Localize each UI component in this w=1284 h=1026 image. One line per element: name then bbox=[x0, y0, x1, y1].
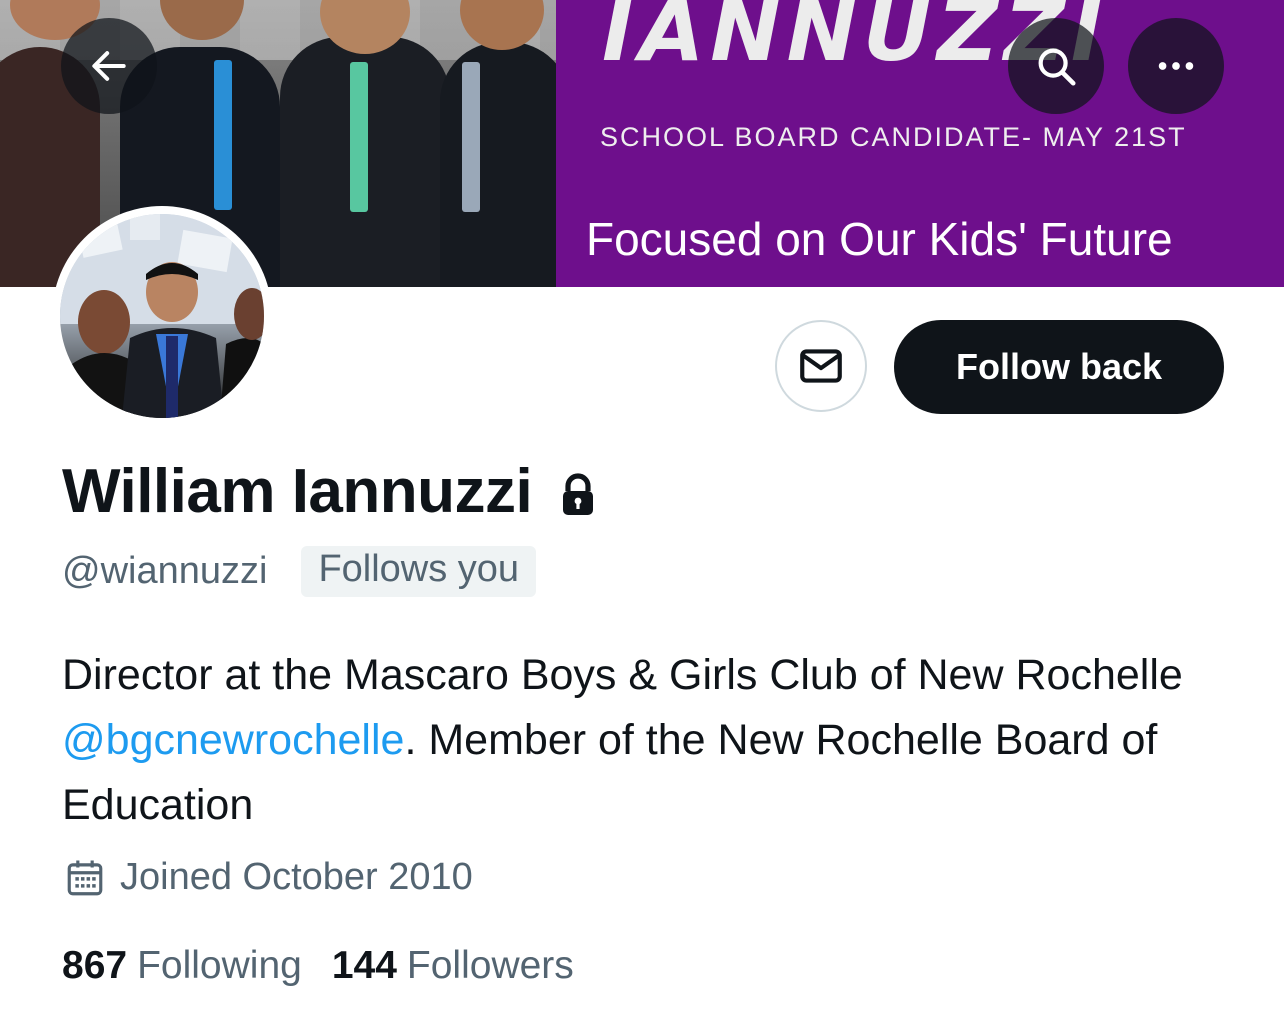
display-name: William Iannuzzi bbox=[62, 457, 533, 526]
profile-bio: Director at the Mascaro Boys & Girls Clu… bbox=[62, 643, 1232, 838]
profile-avatar[interactable] bbox=[52, 206, 272, 426]
banner-subtitle: SCHOOL BOARD CANDIDATE- MAY 21ST bbox=[600, 122, 1187, 152]
followers-label: Followers bbox=[406, 944, 574, 987]
banner-tagline: Focused on Our Kids' Future bbox=[586, 213, 1173, 265]
search-button[interactable] bbox=[1008, 18, 1104, 114]
followers-link[interactable]: 144 Followers bbox=[332, 944, 574, 988]
arrow-left-icon bbox=[92, 51, 126, 81]
joined-date-row: Joined October 2010 bbox=[64, 856, 473, 899]
user-handle: @wiannuzzi bbox=[62, 550, 268, 592]
name-row: William Iannuzzi bbox=[62, 456, 598, 527]
joined-date-text: Joined October 2010 bbox=[120, 856, 473, 898]
more-icon bbox=[1158, 62, 1194, 70]
following-count: 867 bbox=[62, 944, 128, 987]
avatar-photo bbox=[60, 214, 264, 418]
follow-back-button[interactable]: Follow back bbox=[894, 320, 1224, 414]
search-icon bbox=[1038, 48, 1076, 86]
follows-you-badge: Follows you bbox=[301, 546, 537, 597]
followers-count: 144 bbox=[331, 944, 397, 987]
handle-row: @wiannuzzi Follows you bbox=[62, 546, 537, 597]
following-link[interactable]: 867 Following bbox=[62, 944, 302, 988]
bio-text-start: Director at the Mascaro Boys & Girls Clu… bbox=[62, 651, 1183, 699]
lock-icon bbox=[563, 472, 594, 515]
calendar-icon bbox=[67, 860, 103, 895]
message-button[interactable] bbox=[775, 320, 867, 412]
more-button[interactable] bbox=[1128, 18, 1224, 114]
back-button[interactable] bbox=[61, 18, 157, 114]
bio-mention-link[interactable]: @bgcnewrochelle bbox=[62, 716, 404, 764]
following-label: Following bbox=[137, 944, 302, 987]
mail-icon bbox=[800, 349, 842, 383]
follow-stats: 867 Following 144 Followers bbox=[62, 944, 574, 988]
